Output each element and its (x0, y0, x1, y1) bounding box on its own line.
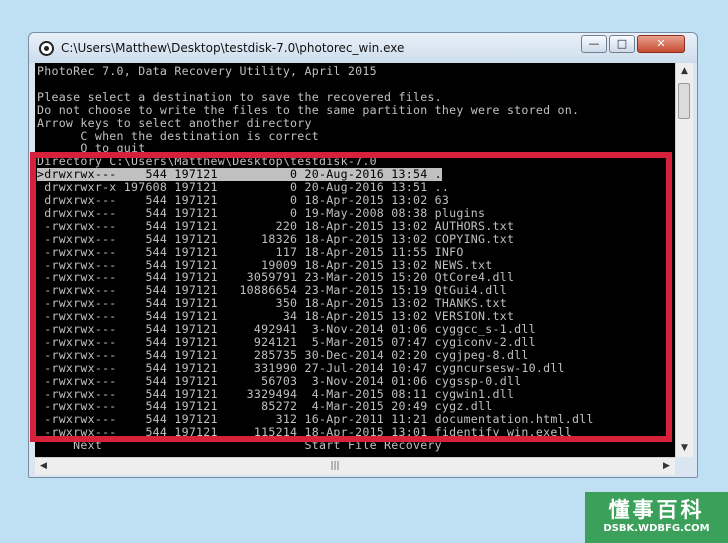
window-title: C:\Users\Matthew\Desktop\testdisk-7.0\ph… (61, 41, 405, 55)
vertical-scrollbar[interactable]: ▲ ▼ (675, 63, 693, 457)
console-line: Arrow keys to select another directory (37, 115, 312, 130)
watermark-site-text: DSBK.WDBFG.COM (603, 523, 710, 534)
console-line[interactable]: -rwxrwx--- 544 197121 331990 27-Jul-2014… (37, 361, 565, 375)
horizontal-scroll-grip[interactable]: ||| (325, 458, 345, 475)
minimize-button[interactable]: — (581, 35, 607, 53)
title-bar[interactable]: C:\Users\Matthew\Desktop\testdisk-7.0\ph… (29, 33, 697, 63)
console-line: Do not choose to write the files to the … (37, 102, 580, 117)
console-window: C:\Users\Matthew\Desktop\testdisk-7.0\ph… (28, 32, 698, 478)
console-line: PhotoRec 7.0, Data Recovery Utility, Apr… (37, 64, 377, 78)
console-output[interactable]: PhotoRec 7.0, Data Recovery Utility, Apr… (35, 63, 675, 471)
watermark-chinese-text: 懂事百科 (608, 497, 705, 522)
horizontal-scrollbar[interactable]: ◀ ||| ▶ (35, 457, 675, 475)
console-line[interactable]: -rwxrwx--- 544 197121 56703 3-Nov-2014 0… (37, 374, 521, 388)
scroll-right-icon[interactable]: ▶ (658, 458, 675, 475)
maximize-button[interactable]: □ (609, 35, 635, 53)
vertical-scroll-thumb[interactable] (678, 83, 690, 119)
console-line: Please select a destination to save the … (37, 89, 442, 104)
console-line[interactable]: -rwxrwx--- 544 197121 285735 30-Dec-2014… (37, 348, 529, 362)
scroll-left-icon[interactable]: ◀ (35, 458, 52, 475)
watermark-logo: 懂事百科 DSBK.WDBFG.COM (585, 492, 728, 543)
console-line[interactable]: -rwxrwx--- 544 197121 220 18-Apr-2015 13… (37, 219, 514, 233)
close-button[interactable]: ✕ (637, 35, 685, 53)
console-line[interactable]: -rwxrwx--- 544 197121 18326 18-Apr-2015 … (37, 232, 514, 246)
console-line[interactable]: drwxrwx--- 544 197121 0 19-May-2008 08:3… (37, 206, 485, 220)
scroll-down-icon[interactable]: ▼ (676, 440, 693, 457)
app-icon (39, 41, 54, 56)
console-line: Next Start File Recovery (37, 438, 442, 453)
console-line[interactable]: -rwxrwx--- 544 197121 117 18-Apr-2015 11… (37, 245, 464, 259)
console-line[interactable]: -rwxrwx--- 544 197121 924121 5-Mar-2015 … (37, 335, 536, 349)
scroll-up-icon[interactable]: ▲ (676, 63, 693, 80)
